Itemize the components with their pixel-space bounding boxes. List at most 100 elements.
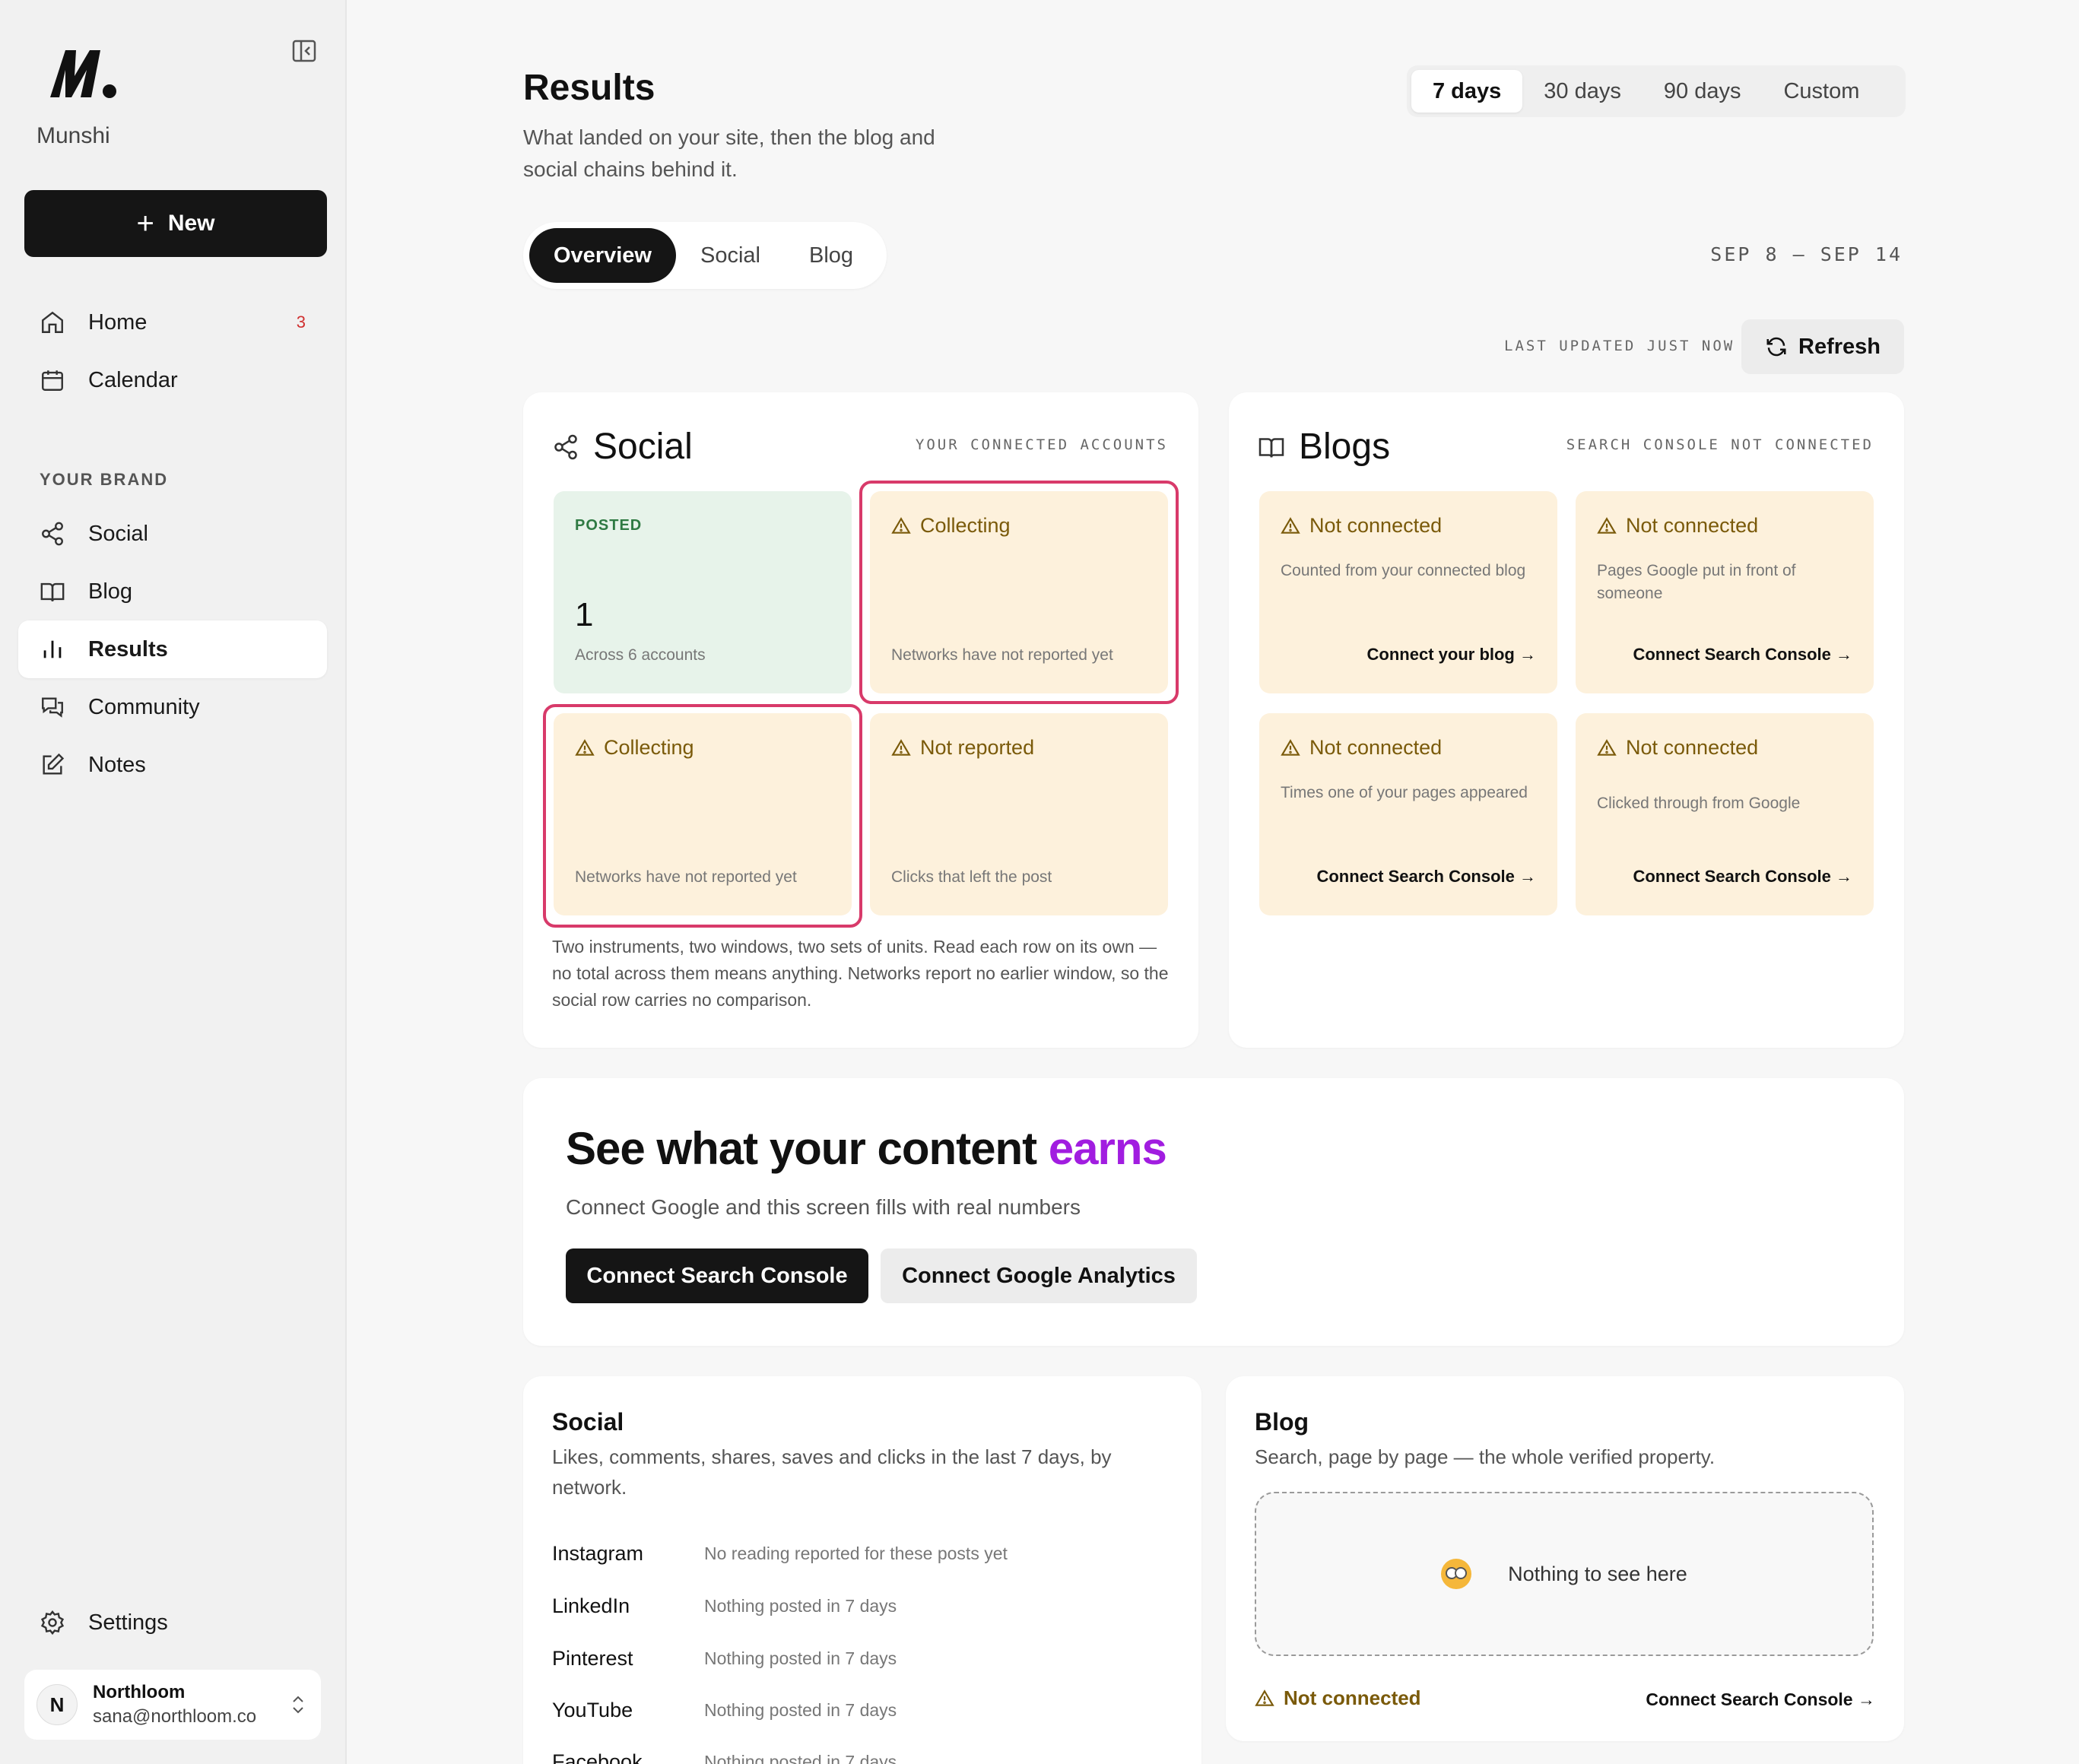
sidebar-item-home[interactable]: Home 3: [18, 293, 327, 351]
sidebar: Munshi + New Home 3 Calendar YOUR BRAND …: [0, 0, 347, 1764]
sidebar-item-label: Calendar: [88, 367, 178, 392]
tile-title: Not connected: [1597, 736, 1758, 760]
social-card-meta: YOUR CONNECTED ACCOUNTS: [915, 436, 1168, 453]
promo-title: See what your content earns: [566, 1122, 1167, 1175]
sidebar-item-results[interactable]: Results: [18, 620, 327, 678]
range-tab-7-days[interactable]: 7 days: [1411, 70, 1523, 113]
metric-tile: Not connected Pages Google put in front …: [1576, 491, 1874, 693]
sidebar-item-social[interactable]: Social: [18, 505, 327, 563]
promo-title-accent: earns: [1048, 1123, 1167, 1174]
book-icon: [40, 582, 65, 601]
connect-search-console-link[interactable]: Connect Search Console →: [1316, 867, 1536, 887]
connect-google-promo: See what your content earns Connect Goog…: [523, 1078, 1904, 1346]
range-tab-custom[interactable]: Custom: [1762, 70, 1881, 113]
section-label: YOUR BRAND: [40, 470, 169, 489]
blog-connection-status-text: Not connected: [1284, 1686, 1421, 1709]
warning-icon: [1255, 1689, 1274, 1706]
range-tab-90-days[interactable]: 90 days: [1643, 70, 1763, 113]
network-status: Nothing posted in 7 days: [704, 1596, 897, 1616]
sidebar-item-label: Home: [88, 309, 148, 335]
empty-state-text: Nothing to see here: [1508, 1562, 1687, 1585]
tile-title-text: Not connected: [1626, 736, 1759, 759]
blogs-summary-card: Blogs SEARCH CONSOLE NOT CONNECTED Not c…: [1229, 392, 1904, 1048]
connect-google-analytics-button[interactable]: Connect Google Analytics: [881, 1248, 1197, 1303]
connect-search-console-link[interactable]: Connect Search Console →: [1646, 1689, 1875, 1710]
tab-overview[interactable]: Overview: [529, 228, 676, 283]
notification-badge: 3: [296, 313, 306, 332]
refresh-button[interactable]: Refresh: [1741, 319, 1904, 374]
connect-search-console-button[interactable]: Connect Search Console: [566, 1248, 868, 1303]
tile-title-text: Not connected: [1626, 514, 1759, 537]
metric-tile: Not connected Times one of your pages ap…: [1259, 713, 1557, 915]
network-row: YouTube Nothing posted in 7 days: [552, 1699, 1160, 1722]
plus-icon: +: [136, 207, 154, 240]
promo-subtitle: Connect Google and this screen fills wit…: [566, 1195, 1081, 1219]
social-card-heading: Social: [552, 426, 693, 468]
sidebar-item-calendar[interactable]: Calendar: [18, 351, 327, 409]
view-tabs: Overview Social Blog: [523, 222, 887, 289]
blogs-card-meta: SEARCH CONSOLE NOT CONNECTED: [1566, 436, 1874, 453]
sidebar-item-settings[interactable]: Settings: [18, 1594, 327, 1651]
metric-tile: Not connected Counted from your connecte…: [1259, 491, 1557, 693]
posted-tile: POSTED 1 Across 6 accounts: [554, 491, 852, 693]
sidebar-item-label: Blog: [88, 579, 133, 604]
date-range-label: SEP 8 – SEP 14: [1710, 243, 1903, 265]
connect-blog-link[interactable]: Connect your blog →: [1367, 645, 1536, 665]
account-switcher[interactable]: N Northloom sana@northloom.co: [24, 1670, 321, 1740]
metric-tile: Not reported Clicks that left the post: [870, 713, 1168, 915]
connect-search-console-link[interactable]: Connect Search Console →: [1633, 867, 1852, 887]
brand-name: Munshi: [37, 123, 110, 148]
sidebar-item-label: Notes: [88, 752, 146, 777]
blogs-card-title: Blogs: [1299, 427, 1391, 467]
sidebar-item-blog[interactable]: Blog: [18, 563, 327, 620]
blog-detail-desc: Search, page by page — the whole verifie…: [1255, 1445, 1716, 1468]
network-name: YouTube: [552, 1699, 633, 1721]
warning-icon: [891, 738, 911, 756]
tab-social[interactable]: Social: [676, 228, 785, 283]
tab-blog[interactable]: Blog: [785, 228, 878, 283]
tile-title-text: Not connected: [1309, 514, 1443, 537]
last-updated-label: LAST UPDATED JUST NOW: [1504, 338, 1735, 354]
tile-title-text: Not reported: [920, 736, 1035, 759]
metric-tile: Not connected Clicked through from Googl…: [1576, 713, 1874, 915]
network-status: Nothing posted in 7 days: [704, 1752, 897, 1764]
highlight-frame: [543, 704, 862, 928]
tile-desc: Pages Google put in front of someone: [1597, 562, 1796, 602]
connect-search-console-link[interactable]: Connect Search Console →: [1633, 645, 1852, 665]
refresh-label: Refresh: [1798, 334, 1881, 359]
sidebar-item-notes[interactable]: Notes: [18, 736, 327, 794]
blog-connection-status: Not connected: [1255, 1686, 1421, 1710]
blogs-card-heading: Blogs: [1258, 426, 1390, 468]
social-detail-title: Social: [552, 1408, 624, 1436]
date-range-tabs: 7 days 30 days 90 days Custom: [1407, 65, 1906, 117]
network-name: Facebook: [552, 1750, 643, 1764]
collapse-sidebar-icon[interactable]: [292, 40, 318, 62]
social-detail-desc: Likes, comments, shares, saves and click…: [552, 1445, 1112, 1499]
highlight-frame: [859, 481, 1179, 704]
tile-title: Not connected: [1281, 514, 1442, 538]
sidebar-item-label: Community: [88, 694, 200, 719]
warning-icon: [1597, 738, 1617, 756]
blog-detail-title: Blog: [1255, 1408, 1309, 1436]
munshi-logo-icon[interactable]: [46, 43, 119, 103]
posted-desc: Across 6 accounts: [575, 646, 706, 664]
warning-icon: [1597, 516, 1617, 534]
chevron-up-down-icon: [293, 1696, 303, 1714]
social-summary-card: Social YOUR CONNECTED ACCOUNTS POSTED 1 …: [523, 392, 1198, 1048]
warning-icon: [1281, 516, 1300, 534]
tile-title: Not connected: [1597, 514, 1758, 538]
blog-detail-card: Blog Search, page by page — the whole ve…: [1226, 1376, 1904, 1741]
network-row: Pinterest Nothing posted in 7 days: [552, 1647, 1160, 1670]
network-row: Facebook Nothing posted in 7 days: [552, 1750, 1160, 1764]
tile-desc: Counted from your connected blog: [1281, 562, 1526, 579]
refresh-icon: [1766, 337, 1786, 357]
bar-chart-icon: [43, 640, 62, 658]
social-card-note: Two instruments, two windows, two sets o…: [552, 937, 1169, 1010]
new-button[interactable]: + New: [24, 190, 327, 257]
sidebar-item-label: Results: [88, 636, 168, 662]
sidebar-item-community[interactable]: Community: [18, 678, 327, 736]
posted-count: 1: [575, 596, 594, 633]
range-tab-30-days[interactable]: 30 days: [1522, 70, 1643, 113]
page-subtitle: What landed on your site, then the blog …: [523, 125, 935, 181]
tile-title: Not reported: [891, 736, 1034, 760]
